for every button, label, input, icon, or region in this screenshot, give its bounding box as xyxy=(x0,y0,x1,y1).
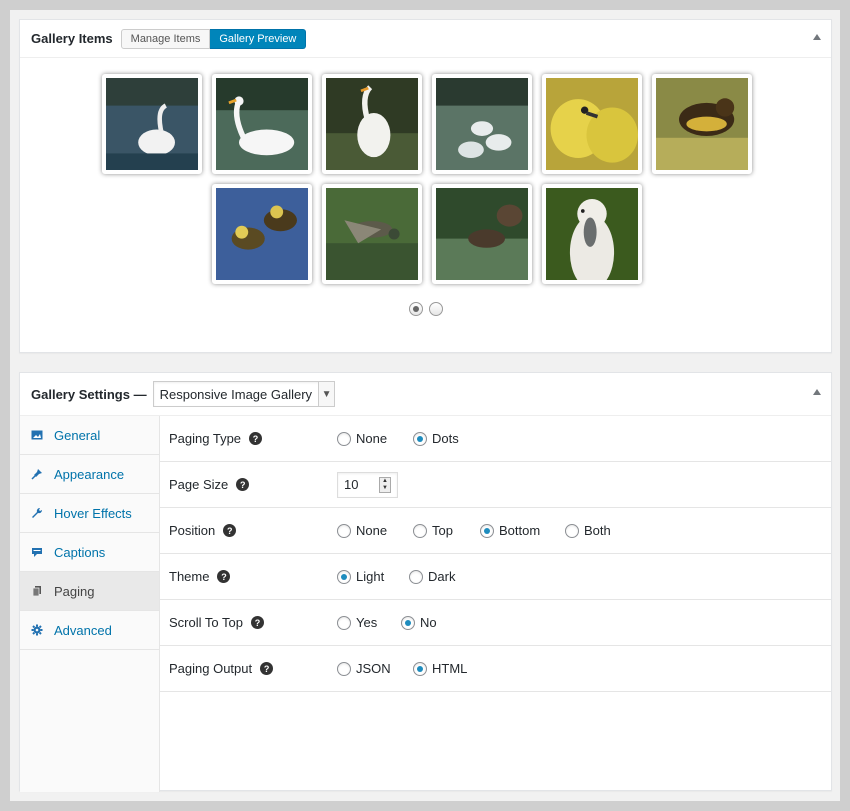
pages-icon xyxy=(30,584,44,598)
radio-paging-type-dots[interactable]: Dots xyxy=(413,431,459,446)
help-icon[interactable]: ? xyxy=(260,662,274,675)
gallery-thumbnail[interactable] xyxy=(432,74,532,174)
gallery-preview xyxy=(20,58,831,348)
gallery-preview-button[interactable]: Gallery Preview xyxy=(210,28,307,49)
setting-label: Scroll To Top? xyxy=(169,615,264,630)
collapse-arrow-icon[interactable] xyxy=(813,34,821,40)
tab-label: Appearance xyxy=(54,466,125,482)
gallery-template-select[interactable]: Responsive Image Gallery ▼ xyxy=(152,381,336,407)
gallery-thumbnail[interactable] xyxy=(322,184,422,284)
radio-position-bottom[interactable]: Bottom xyxy=(480,523,540,538)
gallery-template-value: Responsive Image Gallery xyxy=(159,386,313,402)
page-dot-2[interactable] xyxy=(428,302,443,316)
tab-captions[interactable]: Captions xyxy=(20,533,159,572)
tab-appearance[interactable]: Appearance xyxy=(20,455,159,494)
radio-button[interactable] xyxy=(337,615,351,630)
tab-label: General xyxy=(54,427,101,443)
gallery-thumbnail[interactable] xyxy=(542,184,642,284)
spinner-arrows-icon[interactable]: ▲ ▼ xyxy=(379,476,391,493)
radio-scroll-yes[interactable]: Yes xyxy=(337,615,377,630)
tab-paging[interactable]: Paging xyxy=(20,572,159,611)
radio-button[interactable] xyxy=(413,523,427,538)
tab-label: Paging xyxy=(54,583,95,599)
image-icon xyxy=(30,428,44,442)
gallery-thumbnail[interactable] xyxy=(542,74,642,174)
tab-hover-effects[interactable]: Hover Effects xyxy=(20,494,159,533)
radio-button[interactable] xyxy=(401,615,415,630)
radio-theme-light[interactable]: Light xyxy=(337,569,384,584)
setting-row-scroll-to-top: Scroll To Top? Yes No xyxy=(160,600,831,646)
setting-label: Paging Type? xyxy=(169,431,263,446)
radio-button[interactable] xyxy=(565,523,579,538)
caption-icon xyxy=(30,545,44,559)
setting-label: Theme? xyxy=(169,569,231,584)
radio-button[interactable] xyxy=(480,523,494,538)
tab-label: Advanced xyxy=(54,622,112,638)
gallery-thumbnail[interactable] xyxy=(212,184,312,284)
admin-frame: Gallery Items Manage Items Gallery Previ… xyxy=(10,10,840,801)
radio-paging-type-none[interactable]: None xyxy=(337,431,387,446)
manage-items-button[interactable]: Manage Items xyxy=(120,28,211,49)
radio-button[interactable] xyxy=(337,523,351,538)
radio-output-html[interactable]: HTML xyxy=(413,661,467,676)
gallery-items-header: Gallery Items Manage Items Gallery Previ… xyxy=(20,20,831,58)
radio-button[interactable] xyxy=(413,661,427,676)
gallery-thumbnail[interactable] xyxy=(102,74,202,174)
gallery-thumbnail[interactable] xyxy=(322,74,422,174)
setting-row-paging-type: Paging Type? None Dots xyxy=(160,416,831,462)
gallery-thumbnail[interactable] xyxy=(212,74,312,174)
tab-label: Hover Effects xyxy=(54,505,132,521)
chevron-down-icon: ▼ xyxy=(318,382,335,406)
setting-label: Page Size? xyxy=(169,477,250,492)
gallery-items-title: Gallery Items xyxy=(31,31,113,46)
wrench-icon xyxy=(30,506,44,520)
gear-icon xyxy=(30,623,44,637)
tab-label: Captions xyxy=(54,544,106,560)
setting-row-paging-output: Paging Output? JSON HTML xyxy=(160,646,831,692)
radio-theme-dark[interactable]: Dark xyxy=(409,569,455,584)
help-icon[interactable]: ? xyxy=(236,478,250,491)
gallery-settings-panel: Gallery Settings — Responsive Image Gall… xyxy=(19,372,832,792)
radio-position-both[interactable]: Both xyxy=(565,523,611,538)
radio-position-top[interactable]: Top xyxy=(413,523,453,538)
help-icon[interactable]: ? xyxy=(217,570,231,583)
setting-label: Paging Output? xyxy=(169,661,274,676)
gallery-thumbnail[interactable] xyxy=(432,184,532,284)
radio-button[interactable] xyxy=(337,431,351,446)
radio-position-none[interactable]: None xyxy=(337,523,387,538)
gallery-settings-header: Gallery Settings — Responsive Image Gall… xyxy=(20,373,831,416)
radio-button[interactable] xyxy=(337,569,351,584)
radio-button[interactable] xyxy=(413,431,427,446)
setting-row-theme: Theme? Light Dark xyxy=(160,554,831,600)
radio-button[interactable] xyxy=(337,661,351,676)
page-dot-1[interactable] xyxy=(408,302,423,316)
radio-button[interactable] xyxy=(409,569,423,584)
help-icon[interactable]: ? xyxy=(223,524,237,537)
radio-output-json[interactable]: JSON xyxy=(337,661,391,676)
paging-dots xyxy=(20,302,831,316)
paging-settings: Paging Type? None Dots Page Size? 10 ▲ ▼ … xyxy=(160,416,831,692)
gallery-items-panel: Gallery Items Manage Items Gallery Previ… xyxy=(19,19,832,353)
tab-advanced[interactable]: Advanced xyxy=(20,611,159,650)
gallery-settings-title: Gallery Settings — xyxy=(31,386,147,402)
page-size-input[interactable]: 10 ▲ ▼ xyxy=(337,471,398,498)
tab-general[interactable]: General xyxy=(20,416,159,455)
radio-scroll-no[interactable]: No xyxy=(401,615,437,630)
setting-row-position: Position? None Top Bottom Both xyxy=(160,508,831,554)
setting-row-page-size: Page Size? 10 ▲ ▼ xyxy=(160,462,831,508)
help-icon[interactable]: ? xyxy=(250,616,264,629)
setting-label: Position? xyxy=(169,523,237,538)
paint-pin-icon xyxy=(30,467,44,481)
settings-tabs: General Appearance Hover Effects Caption… xyxy=(20,416,160,792)
collapse-arrow-icon[interactable] xyxy=(813,389,821,395)
gallery-thumbnail[interactable] xyxy=(652,74,752,174)
settings-body: General Appearance Hover Effects Caption… xyxy=(20,416,831,792)
help-icon[interactable]: ? xyxy=(249,432,263,445)
view-toggle: Manage Items Gallery Preview xyxy=(120,28,307,49)
